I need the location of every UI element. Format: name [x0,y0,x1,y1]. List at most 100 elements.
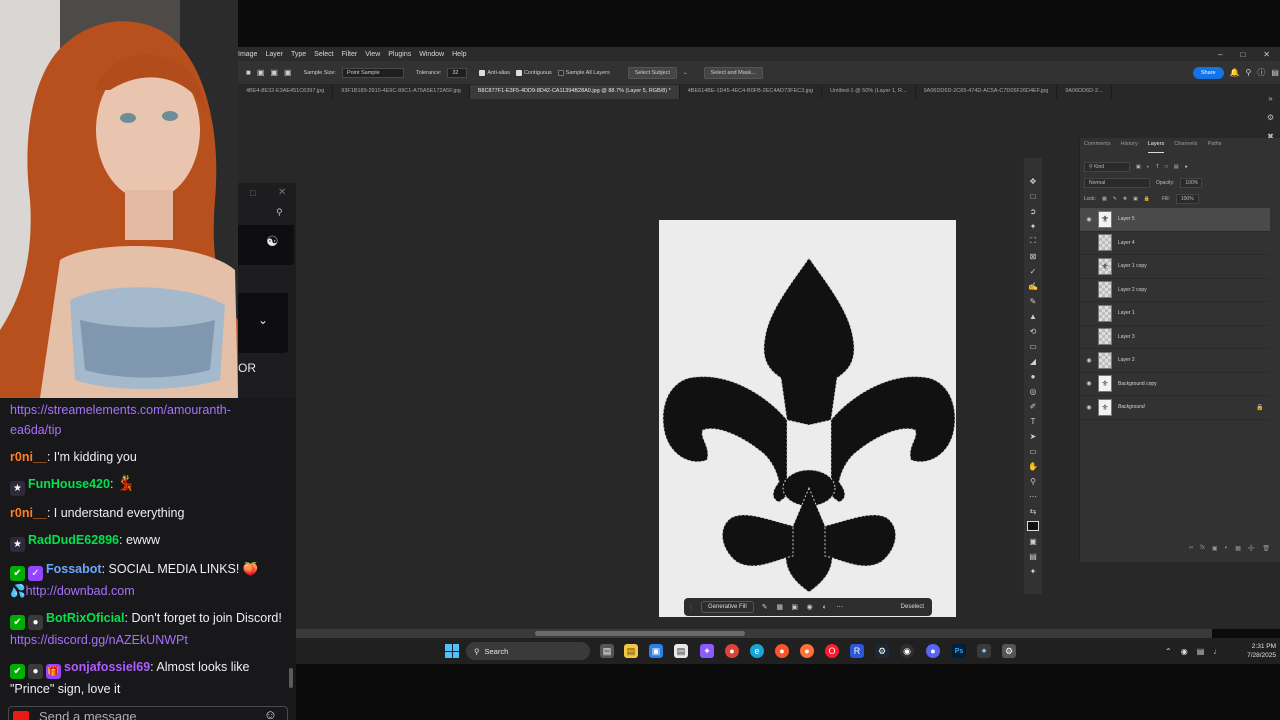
gradient-tool-icon[interactable]: ◢ [1027,356,1039,366]
lasso-tool-icon[interactable]: ➲ [1027,206,1039,216]
copilot-icon[interactable]: ✦ [700,644,714,658]
chat-username[interactable]: r0ni__ [10,506,47,520]
help-icon[interactable]: ⓘ [1257,67,1265,78]
hand-tool-icon[interactable]: ✋ [1027,461,1039,471]
obs-icon[interactable]: ◉ [900,644,914,658]
firefox-icon[interactable]: ● [800,644,814,658]
select-and-mask-button[interactable]: Select and Mask... [703,66,763,79]
eyedropper-tool-icon[interactable]: ✓ [1027,266,1039,276]
filter-pixel-icon[interactable]: ▣ [1136,164,1141,170]
frame-tool-icon[interactable]: ⊠ [1027,251,1039,261]
contiguous-checkbox[interactable]: Contiguous [515,69,552,76]
eye-icon[interactable]: ◉ [1080,380,1098,387]
mask-icon[interactable]: ▣ [791,603,799,611]
brush-tool-icon[interactable]: ✎ [1027,296,1039,306]
select-subject-button[interactable]: Select Subject [627,66,677,79]
menu-layer[interactable]: Layer [265,51,283,58]
drag-handle-icon[interactable]: ⋮ [688,604,694,611]
chevron-down-icon[interactable]: ⌄ [683,70,688,76]
stamp-tool-icon[interactable]: ▲ [1027,311,1039,321]
chat-scrollbar[interactable] [289,668,293,688]
expand-panels-icon[interactable]: » [1268,94,1272,103]
menu-select[interactable]: Select [314,51,333,58]
tab-paths[interactable]: Paths [1207,141,1221,153]
eye-icon[interactable]: ◉ [1080,404,1098,411]
fill-input[interactable]: 100% [1175,193,1199,204]
close-icon[interactable]: ✕ [1263,50,1270,59]
lock-position-icon[interactable]: ✥ [1123,196,1127,202]
eraser-tool-icon[interactable]: ▭ [1027,341,1039,351]
workspace-icon[interactable]: ▤ [1271,68,1279,77]
chat-link[interactable]: ea6da/tip [10,423,61,437]
magic-wand-tool-icon[interactable]: ✦ [1027,221,1039,231]
menu-image[interactable]: Image [238,51,257,58]
document-canvas[interactable] [659,220,956,617]
app-icon[interactable]: ✦ [977,644,991,658]
maximize-icon[interactable]: □ [1240,50,1245,59]
move-tool-icon[interactable]: ✥ [1027,176,1039,186]
screen-mode-icon[interactable]: ▤ [1027,551,1039,561]
pen-tool-icon[interactable]: ✐ [1027,401,1039,411]
network-icon[interactable]: ▤ [1197,647,1205,656]
more-tools-icon[interactable]: ⋯ [1027,491,1039,501]
menu-filter[interactable]: Filter [342,51,358,58]
zoom-tool-icon[interactable]: ⚲ [1027,476,1039,486]
layer-row[interactable]: ◉ ⚜ Background 🔒 [1080,396,1270,420]
bell-icon[interactable]: 🔔 [1230,68,1240,77]
file-explorer-icon[interactable]: ▤ [624,644,638,658]
zoom-icon[interactable]: ⚲ [276,207,283,218]
taskbar-clock[interactable]: 2:31 PM 7/28/2025 [1232,642,1276,660]
microphone-icon[interactable]: ◉ [1181,647,1188,656]
share-button[interactable]: Share [1192,66,1224,79]
emote-icon[interactable]: ☺ [264,707,277,720]
lock-artboard-icon[interactable]: ▣ [1133,196,1138,202]
generate-icon[interactable]: ✦ [1027,566,1039,576]
brush-icon[interactable]: ✎ [761,603,769,611]
magic-wand-tool-icon[interactable]: ■ [246,68,251,77]
tab-comments[interactable]: Comments [1084,141,1111,153]
type-tool-icon[interactable]: T [1027,416,1039,426]
tab-document-active[interactable]: B8C877F1-E3F5-4DD9-8D42-CA11394B28A0.jpg… [469,85,680,99]
windows-start-icon[interactable] [445,644,459,658]
chat-username[interactable]: r0ni__ [10,450,47,464]
opera-icon[interactable]: O [825,644,839,658]
marquee-tool-icon[interactable]: □ [1027,191,1039,201]
add-mask-icon[interactable]: ▣ [1212,545,1218,555]
chrome-icon[interactable]: ● [725,644,739,658]
swap-colors-icon[interactable]: ⇆ [1027,506,1039,516]
minimize-icon[interactable]: – [1218,50,1222,59]
chat-username[interactable]: Fossabot [46,562,102,576]
discord-icon[interactable]: ● [926,644,940,658]
layer-row[interactable]: ◉ ⚜ Layer 5 [1080,208,1270,232]
tab-layers[interactable]: Layers [1147,141,1165,153]
chat-input[interactable]: Send a message ☺ [8,706,288,720]
kind-filter-select[interactable]: ⚲ Kind [1084,161,1130,172]
layer-row[interactable]: Layer 1 [1080,302,1270,326]
menu-help[interactable]: Help [452,51,466,58]
link-layers-icon[interactable]: ∞ [1189,545,1193,555]
sample-size-select[interactable]: Point Sample [341,67,404,78]
taskbar-search[interactable]: ⚲ Search [466,642,590,660]
community-icon[interactable]: ☯ [266,233,279,250]
tab-document[interactable]: 9A06DD6D-2C65-474D-AC5A-C7D05F26D4EF.jpg [916,85,1058,99]
new-group-icon[interactable]: ▦ [1235,545,1241,555]
shape-tool-icon[interactable]: ▭ [1027,446,1039,456]
menu-type[interactable]: Type [291,51,306,58]
tab-document[interactable]: 93F1B189-2910-4E9C-89C1-A75A5E172A5F.jpg [333,85,470,99]
tab-history[interactable]: History [1121,141,1138,153]
chat-link[interactable]: http://downbad.com [26,584,135,598]
layer-row[interactable]: ◉ ⚜ Background copy [1080,373,1270,396]
filter-shape-icon[interactable]: □ [1165,164,1168,170]
menu-plugins[interactable]: Plugins [388,51,411,58]
new-layer-icon[interactable]: ➕ [1248,545,1255,555]
opacity-input[interactable]: 100% [1180,177,1203,188]
brave-icon[interactable]: ● [775,644,789,658]
filter-smart-icon[interactable]: ▤ [1174,164,1179,170]
adjustment-layer-icon[interactable]: ◐ [1225,545,1229,555]
deselect-button[interactable]: Deselect [897,604,928,610]
layer-row[interactable]: ◉ Layer 2 [1080,349,1270,373]
horizontal-scrollbar[interactable] [296,629,1212,638]
subtract-selection-icon[interactable]: ▣ [284,68,292,77]
photoshop-icon[interactable]: Ps [952,644,966,658]
properties-icon[interactable]: ⚙ [1267,113,1274,122]
